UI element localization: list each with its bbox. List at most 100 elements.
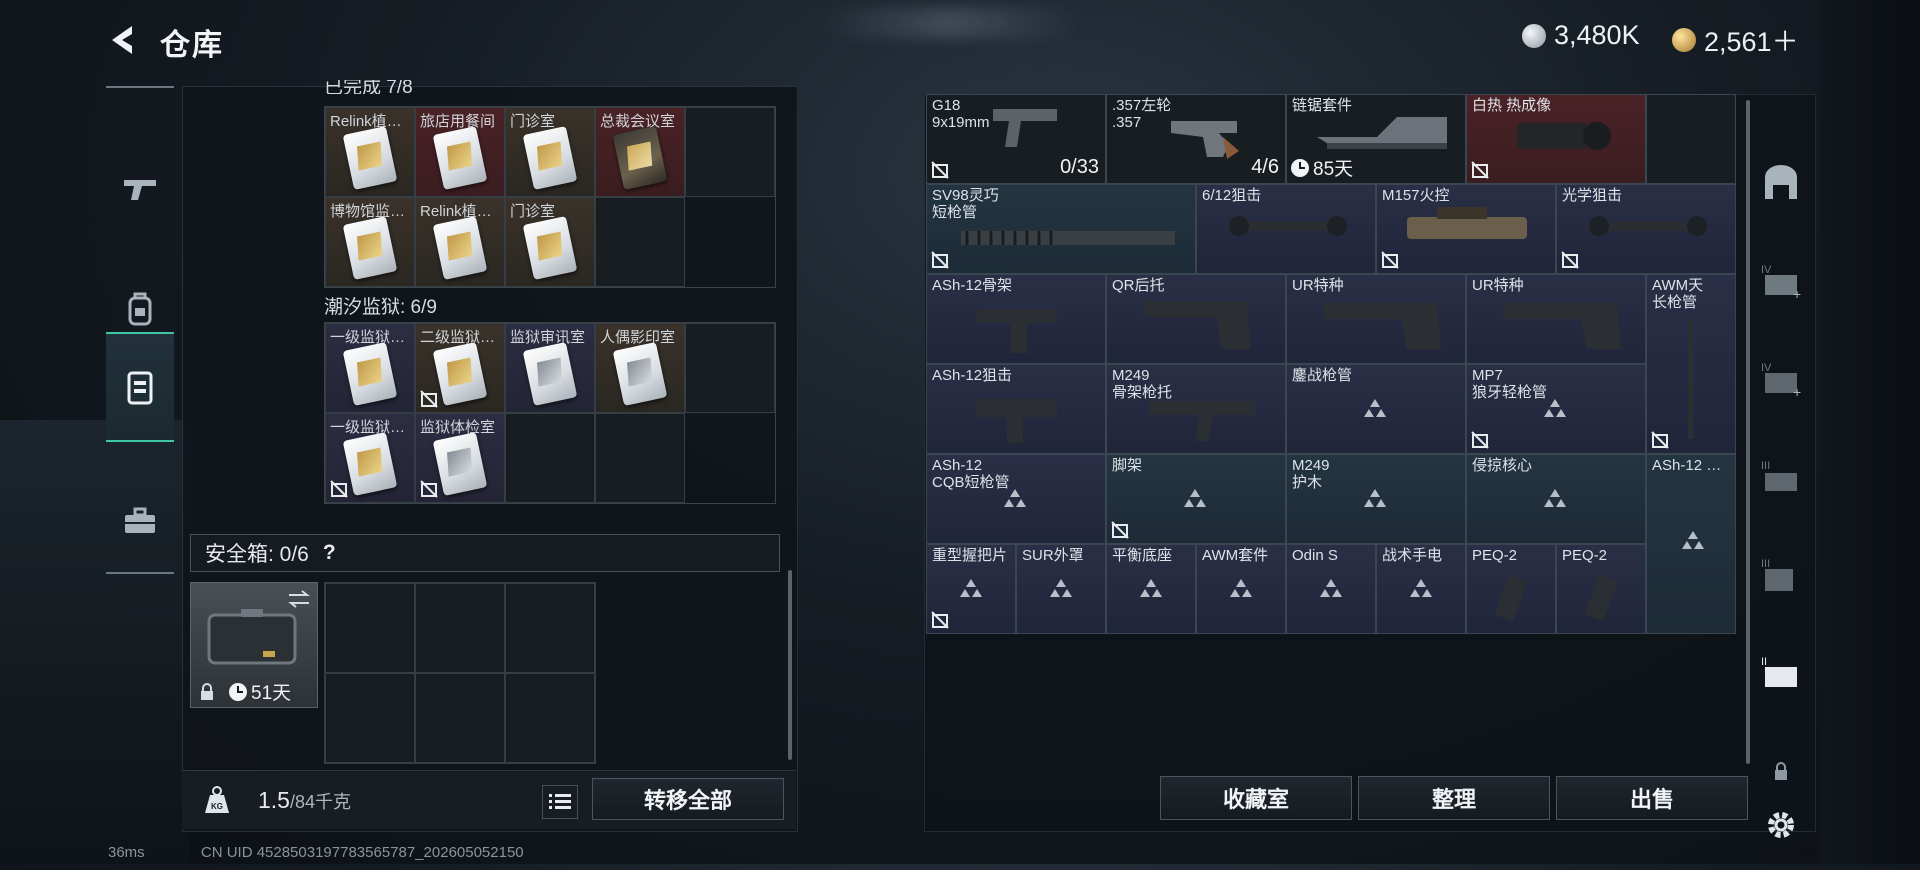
empty-slot [595, 413, 685, 503]
item-thermal-scope[interactable]: 白热 热成像 [1466, 94, 1646, 184]
item-peq2[interactable]: PEQ-2 [1466, 544, 1556, 634]
no-bind-icon [931, 251, 949, 269]
organize-button[interactable]: 整理 [1358, 776, 1550, 820]
weapon-tab[interactable] [106, 136, 174, 242]
item-optical-sniper-scope[interactable]: 光学狙击 [1556, 184, 1736, 274]
status-bar: 36ms CN UID 4528503197783565787_20260505… [108, 844, 524, 861]
keycard-slot[interactable]: Relink植… [325, 107, 415, 197]
item-m157-fire-control[interactable]: M157火控 [1376, 184, 1556, 274]
page-title: 仓库 [160, 29, 224, 62]
item-qr-stock[interactable]: QR后托 [1106, 274, 1286, 364]
keycard-slot[interactable]: Relink植… [415, 197, 505, 287]
empty-slot [325, 583, 415, 673]
safe-box-item[interactable]: 51天 [190, 582, 318, 708]
storage-tab-iv-2[interactable]: IV + [1750, 334, 1812, 424]
item-awm-kit[interactable]: AWM套件 [1196, 544, 1286, 634]
ping-label: 36ms [108, 844, 145, 861]
storage-tab-iii-1[interactable]: III [1750, 432, 1812, 522]
storage-tab-iv-1[interactable]: IV + [1750, 236, 1812, 326]
keycard-slot[interactable]: 旅店用餐间 [415, 107, 505, 197]
keycard-slot[interactable]: 博物馆监… [325, 197, 415, 287]
item-sv98-short-barrel[interactable]: SV98灵巧 短枪管 [926, 184, 1196, 274]
item-ash12-frame[interactable]: ASh-12骨架 [926, 274, 1106, 364]
item-peq2[interactable]: PEQ-2 [1556, 544, 1646, 634]
item-odin-s[interactable]: Odin S [1286, 544, 1376, 634]
transfer-all-button[interactable]: 转移全部 [592, 778, 784, 820]
item-tactical-flashlight[interactable]: 战术手电 [1376, 544, 1466, 634]
item-ash12-part[interactable]: ASh-12 … [1646, 454, 1736, 634]
safe-box-icon [207, 609, 297, 665]
item-sur-cover[interactable]: SUR外罩 [1016, 544, 1106, 634]
empty-slot [685, 413, 775, 503]
keycard-slot[interactable]: 二级监狱… [415, 323, 505, 413]
clock-icon [229, 682, 247, 701]
item-bipod[interactable]: 脚架 [1106, 454, 1286, 544]
keycard-tab[interactable] [106, 332, 174, 442]
keycard-slot[interactable]: 总裁会议室 [595, 107, 685, 197]
item-357-revolver[interactable]: .357左轮 .357 4/6 [1106, 94, 1286, 184]
keycard-slot[interactable]: 门诊室 [505, 197, 595, 287]
settings-icon [1768, 812, 1794, 838]
storage-tab-base[interactable] [1750, 138, 1812, 228]
storage-tab-ii[interactable]: II [1750, 628, 1812, 718]
svg-text:+: + [1793, 384, 1801, 399]
item-raid-core[interactable]: 侵掠核心 [1466, 454, 1646, 544]
no-bind-icon [1471, 161, 1489, 179]
swap-icon[interactable] [287, 589, 311, 609]
silver-amount: 3,480K [1554, 20, 1640, 50]
item-ash12-cqb-barrel[interactable]: ASh-12 CQB短枪管 [926, 454, 1106, 544]
keycard-slot[interactable]: 监狱审讯室 [505, 323, 595, 413]
item-heavy-grip-plate[interactable]: 重型握把片 [926, 544, 1016, 634]
keycard-slot[interactable]: 一级监狱… [325, 413, 415, 503]
item-ur-special-stock[interactable]: UR特种 [1286, 274, 1466, 364]
help-icon[interactable]: ? [323, 541, 336, 565]
item-balance-base[interactable]: 平衡底座 [1106, 544, 1196, 634]
empty-slot [505, 583, 595, 673]
item-g18[interactable]: G18 9x19mm 0/33 [926, 94, 1106, 184]
item-m249-skeleton-stock[interactable]: M249 骨架枪托 [1106, 364, 1286, 454]
gold-coin-icon [1672, 27, 1696, 52]
item-mp7-wolf-barrel[interactable]: MP7 狼牙轻枪管 [1466, 364, 1646, 454]
stock-icon [977, 399, 1057, 443]
backpack-tab-icon [128, 292, 152, 326]
empty-slot [1646, 94, 1736, 184]
gold-amount: 2,561＋ [1704, 27, 1799, 57]
placeholder-triangles-icon [1004, 489, 1026, 507]
gold-currency[interactable]: 2,561＋ [1672, 20, 1799, 59]
svg-text:KG: KG [211, 802, 223, 811]
storage-iii-1-icon: III [1761, 460, 1797, 491]
item-awm-long-barrel[interactable]: AWM天 长枪管 [1646, 274, 1736, 454]
svg-text:+: + [1793, 286, 1801, 301]
settings-button[interactable] [1750, 780, 1812, 870]
no-bind-icon [1381, 251, 1399, 269]
keycard-slot[interactable]: 一级监狱… [325, 323, 415, 413]
keycard-slot[interactable]: 监狱体检室 [415, 413, 505, 503]
item-ur-special-stock[interactable]: UR特种 [1466, 274, 1646, 364]
svg-text:III: III [1761, 558, 1770, 570]
collection-room-button[interactable]: 收藏室 [1160, 776, 1352, 820]
keycard-slot[interactable]: 人偶影印室 [595, 323, 685, 413]
list-view-button[interactable] [542, 785, 578, 819]
toolbox-tab[interactable] [106, 468, 174, 574]
keycard-slot[interactable]: 门诊室 [505, 107, 595, 197]
keycard-grid-top: Relink植… 旅店用餐间 门诊室 总裁会议室 博物馆监… Relink植… … [324, 106, 776, 288]
safe-box-label: 安全箱: 0/6 [205, 543, 309, 566]
scope-icon [1227, 216, 1347, 236]
item-brutal-barrel[interactable]: 鏖战枪管 [1286, 364, 1466, 454]
sell-button[interactable]: 出售 [1556, 776, 1748, 820]
barrel-icon [1688, 319, 1694, 439]
left-scrollbar[interactable] [788, 570, 792, 760]
weight-value: 1.5/84千克 [258, 787, 352, 813]
back-arrow-icon[interactable] [106, 22, 142, 58]
item-m249-handguard[interactable]: M249 护木 [1286, 454, 1466, 544]
silver-currency[interactable]: 3,480K [1522, 20, 1640, 51]
item-chainsaw-kit[interactable]: 链锯套件 85天 [1286, 94, 1466, 184]
item-6-12-sniper-scope[interactable]: 6/12狙击 [1196, 184, 1376, 274]
storage-tab-iii-2[interactable]: III [1750, 530, 1812, 620]
empty-slot [505, 673, 595, 763]
silver-coin-icon [1522, 23, 1546, 48]
svg-text:III: III [1761, 460, 1770, 472]
placeholder-triangles-icon [1410, 579, 1432, 597]
keycard-icon [342, 342, 398, 406]
item-ash12-sniper-stock[interactable]: ASh-12狙击 [926, 364, 1106, 454]
